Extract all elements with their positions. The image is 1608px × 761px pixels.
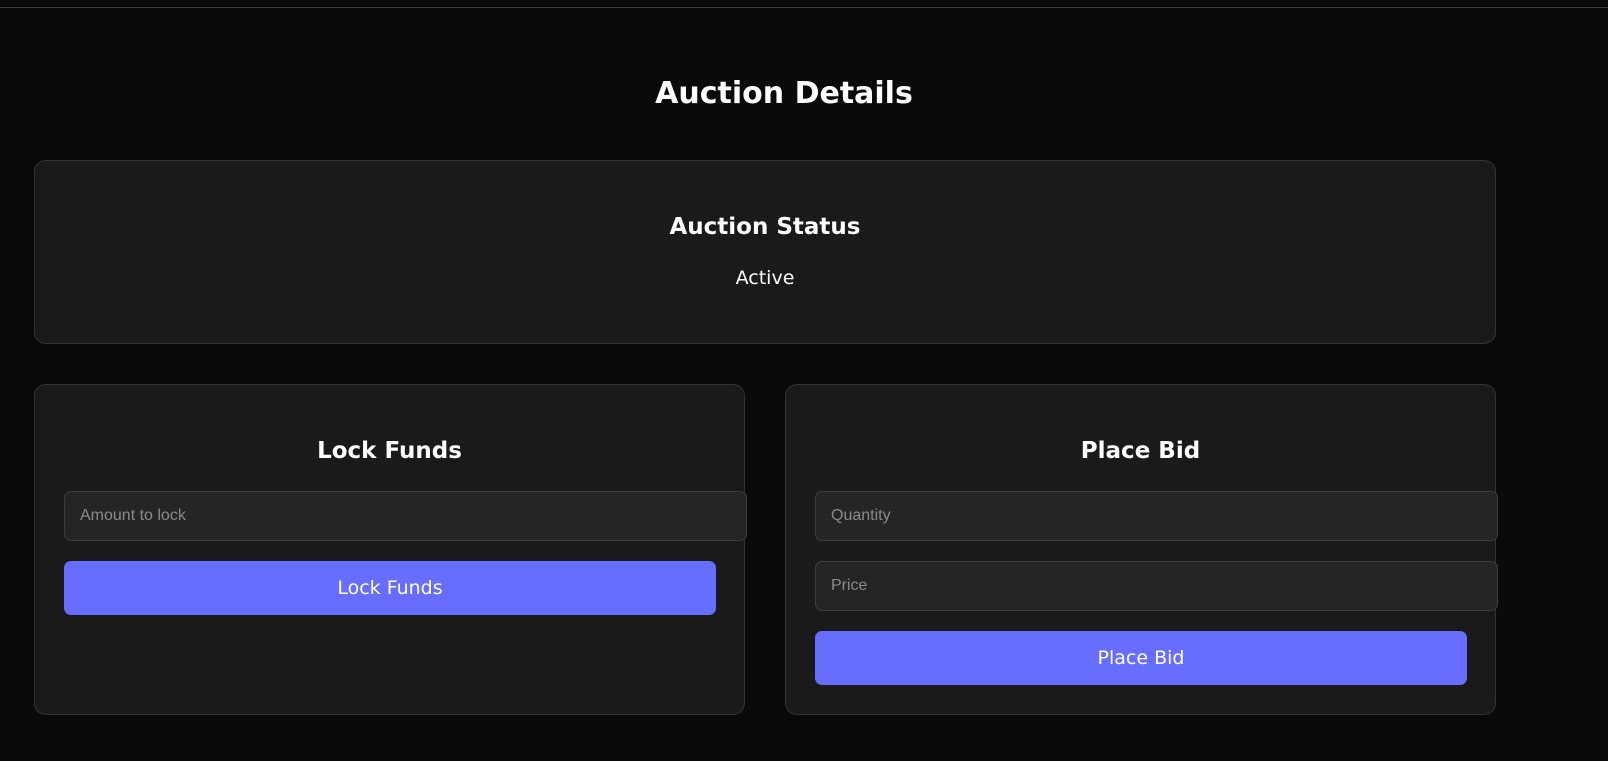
place-bid-card: Place Bid Place Bid	[785, 384, 1498, 715]
lock-funds-card: Lock Funds Lock Funds	[34, 384, 747, 715]
auction-status-title: Auction Status	[669, 214, 861, 240]
place-bid-title: Place Bid	[1080, 438, 1201, 464]
amount-to-lock-input[interactable]	[64, 491, 747, 541]
auction-status-card: Auction Status Active	[34, 160, 1496, 344]
lock-funds-title: Lock Funds	[317, 438, 462, 464]
page-title: Auction Details	[655, 76, 913, 111]
top-divider	[0, 7, 1608, 8]
quantity-input[interactable]	[815, 491, 1498, 541]
place-bid-button[interactable]: Place Bid	[815, 631, 1467, 685]
price-input[interactable]	[815, 561, 1498, 611]
auction-status-value: Active	[735, 267, 795, 289]
lock-funds-button[interactable]: Lock Funds	[64, 561, 716, 615]
